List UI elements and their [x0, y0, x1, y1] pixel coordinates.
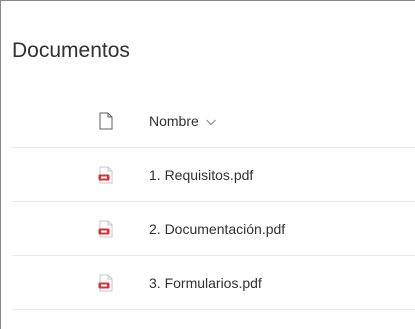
file-name-link[interactable]: 3. Formularios.pdf [149, 275, 262, 291]
webpart-title: Documentos [12, 39, 130, 62]
document-list: Nombre 1. Requisitos.pdf 2. Documentació… [12, 94, 415, 310]
column-header-name-label: Nombre [149, 112, 199, 129]
pdf-icon [96, 273, 116, 293]
chevron-down-icon [205, 115, 217, 127]
file-name-link[interactable]: 2. Documentación.pdf [149, 221, 285, 237]
pdf-icon [96, 219, 116, 239]
document-icon[interactable] [96, 111, 116, 131]
documents-webpart: Documentos Nombre 1. Requisitos.pdf 2. D… [0, 0, 415, 329]
file-name-link[interactable]: 1. Requisitos.pdf [149, 167, 253, 183]
list-item[interactable]: 3. Formularios.pdf [12, 256, 415, 310]
column-header-name[interactable]: Nombre [149, 113, 217, 129]
pdf-icon [96, 165, 116, 185]
list-item[interactable]: 1. Requisitos.pdf [12, 148, 415, 202]
list-header-row: Nombre [12, 94, 415, 148]
list-item[interactable]: 2. Documentación.pdf [12, 202, 415, 256]
